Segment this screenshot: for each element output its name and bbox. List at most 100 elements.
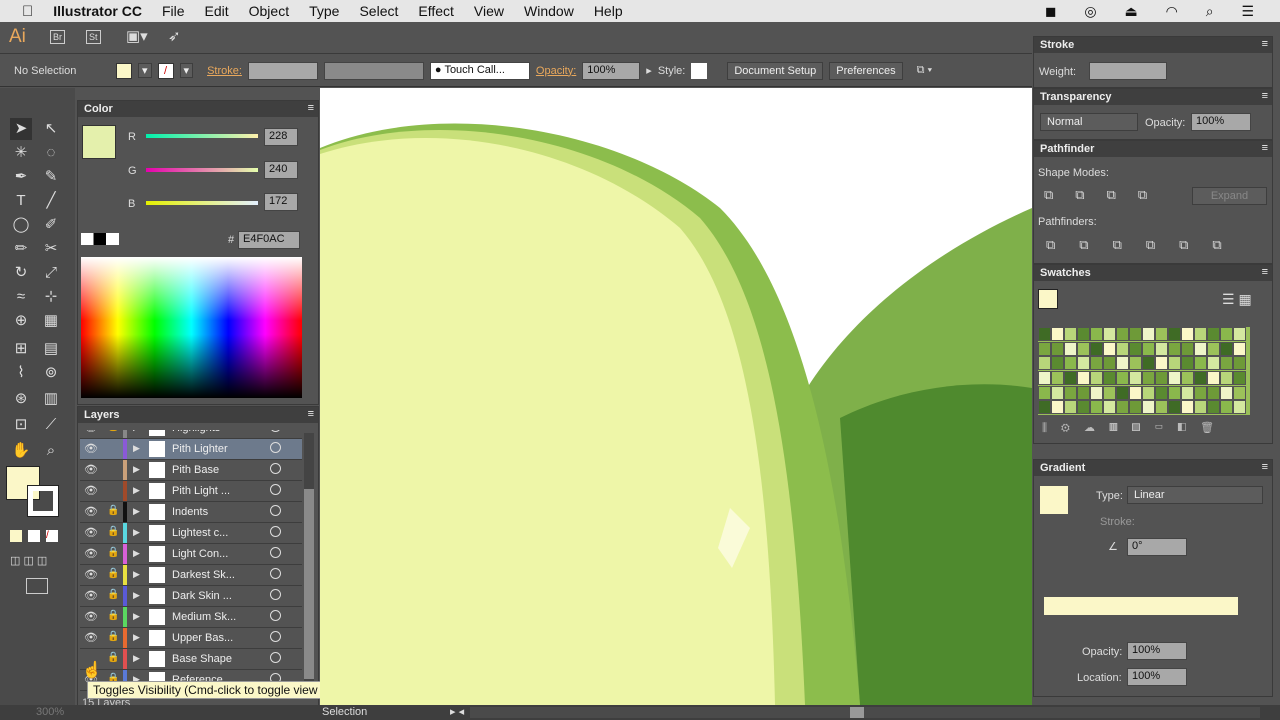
swatch[interactable] — [1233, 341, 1246, 356]
width-tool-icon[interactable]: ≈ — [10, 286, 32, 308]
mesh-tool-icon[interactable]: ⊞ — [10, 338, 32, 360]
r-slider[interactable] — [146, 134, 258, 138]
layer-name[interactable]: Upper Bas... — [172, 632, 233, 644]
draw-mode-icons[interactable]: ◫ ◫ ◫ — [10, 554, 47, 567]
swatch[interactable] — [1207, 341, 1220, 356]
swatch[interactable] — [1077, 385, 1090, 400]
layer-row[interactable]: 👁 🔒 ▶ Lightest c... — [80, 523, 302, 544]
hand-tool-icon[interactable]: ✋ — [10, 440, 32, 462]
panel-menu-icon[interactable]: ≡ — [1262, 38, 1268, 50]
swatch[interactable] — [1168, 400, 1181, 415]
color-mode-buttons[interactable]: / — [10, 530, 66, 542]
expand-triangle-icon[interactable]: ▶ — [133, 464, 140, 475]
swatch[interactable] — [1064, 327, 1077, 341]
swatch[interactable] — [1051, 400, 1064, 415]
layers-scrollbar[interactable] — [304, 433, 314, 681]
swatch[interactable] — [1220, 356, 1233, 371]
panel-menu-icon[interactable]: ≡ — [1262, 90, 1268, 102]
layer-row[interactable]: 👁 🔒 ▶ Upper Bas... — [80, 628, 302, 649]
swatch[interactable] — [1207, 385, 1220, 400]
swatch[interactable] — [1181, 327, 1194, 341]
target-icon[interactable] — [270, 652, 281, 663]
opacity-label[interactable]: Opacity: — [536, 65, 576, 77]
stroke-color-box[interactable] — [27, 485, 59, 517]
lasso-icon[interactable]: ◌ — [40, 142, 62, 164]
swatch[interactable] — [1207, 400, 1220, 415]
stroke-weight-field[interactable] — [247, 61, 318, 80]
swatch[interactable] — [1077, 370, 1090, 385]
fill-dropdown[interactable]: ▾ — [138, 63, 152, 78]
swatch[interactable] — [1038, 356, 1051, 371]
lock-icon[interactable]: 🔒 — [107, 568, 119, 579]
opacity-field[interactable]: 100% — [1191, 113, 1251, 131]
swatch[interactable] — [1194, 341, 1207, 356]
lock-icon[interactable]: 🔒 — [107, 505, 119, 516]
swatch[interactable] — [1168, 370, 1181, 385]
pen-tool-icon[interactable]: ✒ — [10, 166, 32, 188]
menu-object[interactable]: Object — [249, 3, 289, 19]
swatch[interactable] — [1116, 341, 1129, 356]
color-preview-swatch[interactable] — [82, 125, 116, 159]
menu-edit[interactable]: Edit — [205, 3, 229, 19]
opacity-field[interactable]: 100% — [582, 61, 641, 80]
swatch[interactable] — [1233, 370, 1246, 385]
layer-name[interactable]: Indents — [172, 506, 208, 518]
swatch[interactable] — [1155, 385, 1168, 400]
stroke-dropdown[interactable]: ▾ — [179, 63, 194, 78]
swatch[interactable] — [1116, 370, 1129, 385]
expand-triangle-icon[interactable]: ▶ — [133, 653, 140, 664]
swatch[interactable] — [1116, 327, 1129, 341]
variable-width-field[interactable] — [323, 61, 424, 80]
swatch[interactable] — [1233, 385, 1246, 400]
swatch[interactable] — [1077, 327, 1090, 341]
selection-tool-icon[interactable]: ➤ — [10, 118, 32, 140]
gpu-performance-icon[interactable]: ➶ — [168, 27, 181, 45]
swatch[interactable] — [1129, 370, 1142, 385]
swatch[interactable] — [1129, 341, 1142, 356]
swatch-library-icons[interactable]: ⫼⚙☁▦▥▭◧🗑 — [1042, 421, 1228, 435]
swatch[interactable] — [1129, 327, 1142, 341]
swatch[interactable] — [1220, 341, 1233, 356]
swatch[interactable] — [1155, 327, 1168, 341]
eye-icon[interactable]: 👁 — [84, 547, 98, 560]
swatch[interactable] — [1090, 370, 1103, 385]
swatch[interactable] — [1077, 341, 1090, 356]
target-icon[interactable] — [270, 505, 281, 516]
swatch[interactable] — [1051, 327, 1064, 341]
lock-icon[interactable]: 🔒 — [107, 652, 119, 663]
eye-icon[interactable]: 👁 — [84, 484, 98, 497]
menu-window[interactable]: Window — [524, 3, 574, 19]
swatch[interactable] — [1233, 327, 1246, 341]
target-icon[interactable] — [270, 568, 281, 579]
stroke-label[interactable]: Stroke: — [207, 65, 242, 77]
eye-icon[interactable]: 👁 — [84, 631, 98, 644]
swatch[interactable] — [1194, 327, 1207, 341]
swatch[interactable] — [1142, 400, 1155, 415]
opacity-field[interactable]: 100% — [1127, 642, 1187, 660]
document-setup-button[interactable]: Document Setup — [727, 61, 824, 80]
swatch[interactable] — [1077, 356, 1090, 371]
swatch[interactable] — [1233, 400, 1246, 415]
swatch[interactable] — [1116, 356, 1129, 371]
hex-field[interactable]: E4F0AC — [238, 231, 300, 249]
fill-swatch[interactable] — [116, 62, 132, 79]
brush-dropdown[interactable]: ● Touch Call... — [429, 61, 530, 80]
layer-name[interactable]: Pith Lighter — [172, 443, 228, 455]
swatch[interactable] — [1181, 356, 1194, 371]
swatch[interactable] — [1142, 370, 1155, 385]
expand-triangle-icon[interactable]: ▶ — [133, 527, 140, 538]
layer-name[interactable]: Pith Base — [172, 464, 219, 476]
stroke-swatch[interactable]: / — [157, 62, 174, 79]
swatch[interactable] — [1090, 385, 1103, 400]
target-icon[interactable] — [270, 547, 281, 558]
swatch[interactable] — [1038, 385, 1051, 400]
curvature-tool-icon[interactable]: ✎ — [40, 166, 62, 188]
expand-triangle-icon[interactable]: ▶ — [133, 569, 140, 580]
location-field[interactable]: 100% — [1127, 668, 1187, 686]
swatch[interactable] — [1181, 370, 1194, 385]
swatch[interactable] — [1142, 356, 1155, 371]
eye-icon[interactable]: 👁 — [84, 463, 98, 476]
swatch[interactable] — [1116, 400, 1129, 415]
horizontal-scrollbar[interactable] — [470, 707, 1260, 718]
panel-menu-icon[interactable]: ≡ — [1262, 461, 1268, 473]
